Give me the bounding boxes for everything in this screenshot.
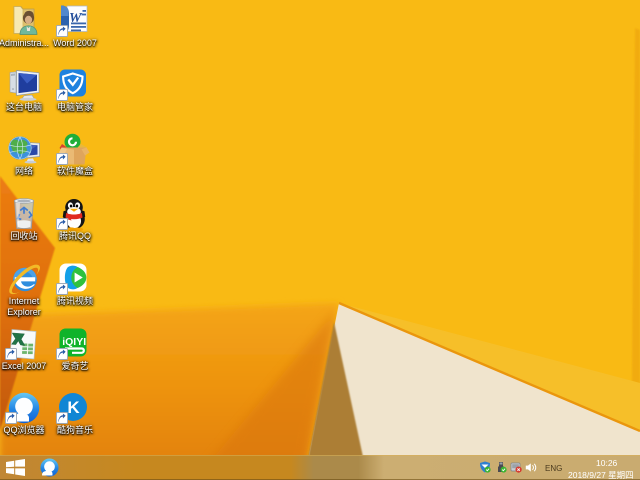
svg-text:K: K: [67, 398, 80, 417]
svg-text:iQIYI: iQIYI: [62, 336, 86, 348]
